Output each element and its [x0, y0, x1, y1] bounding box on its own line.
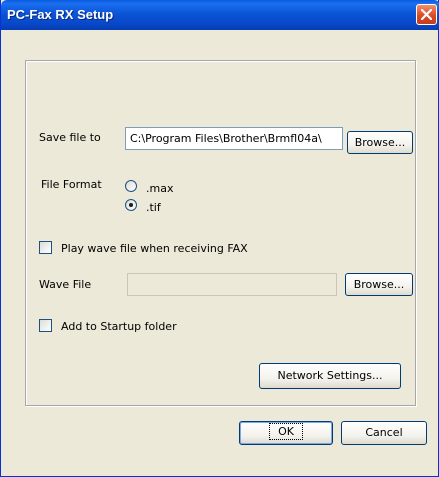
cancel-button[interactable]: Cancel — [341, 421, 427, 445]
title-bar[interactable]: PC-Fax RX Setup — [1, 0, 439, 30]
close-button[interactable] — [416, 4, 437, 25]
pc-fax-rx-setup-dialog: PC-Fax RX Setup Save file to C:\Program … — [0, 0, 439, 477]
ok-button[interactable]: OK — [239, 421, 333, 445]
wave-file-browse-button[interactable]: Browse... — [345, 273, 413, 296]
settings-group-panel — [25, 60, 416, 406]
window-title: PC-Fax RX Setup — [7, 7, 114, 22]
close-icon — [421, 9, 432, 20]
startup-checkbox[interactable] — [39, 319, 52, 332]
save-file-label: Save file to — [39, 131, 101, 144]
format-max-label: .max — [146, 182, 174, 195]
network-settings-button[interactable]: Network Settings... — [259, 363, 401, 389]
radio-selected-dot — [129, 203, 133, 207]
ok-focus-ring: OK — [269, 423, 303, 440]
save-path-browse-button[interactable]: Browse... — [347, 131, 413, 154]
format-tif-label: .tif — [146, 201, 161, 214]
startup-label: Add to Startup folder — [61, 320, 177, 333]
format-tif-radio[interactable] — [125, 199, 137, 211]
save-path-field[interactable]: C:\Program Files\Brother\Brmfl04a\ — [125, 127, 343, 150]
wave-file-field[interactable] — [127, 273, 337, 296]
format-max-radio[interactable] — [125, 180, 137, 192]
file-format-label: File Format — [41, 178, 102, 191]
wave-file-label: Wave File — [39, 278, 92, 291]
play-wave-checkbox[interactable] — [39, 241, 52, 254]
play-wave-label: Play wave file when receiving FAX — [61, 242, 248, 255]
